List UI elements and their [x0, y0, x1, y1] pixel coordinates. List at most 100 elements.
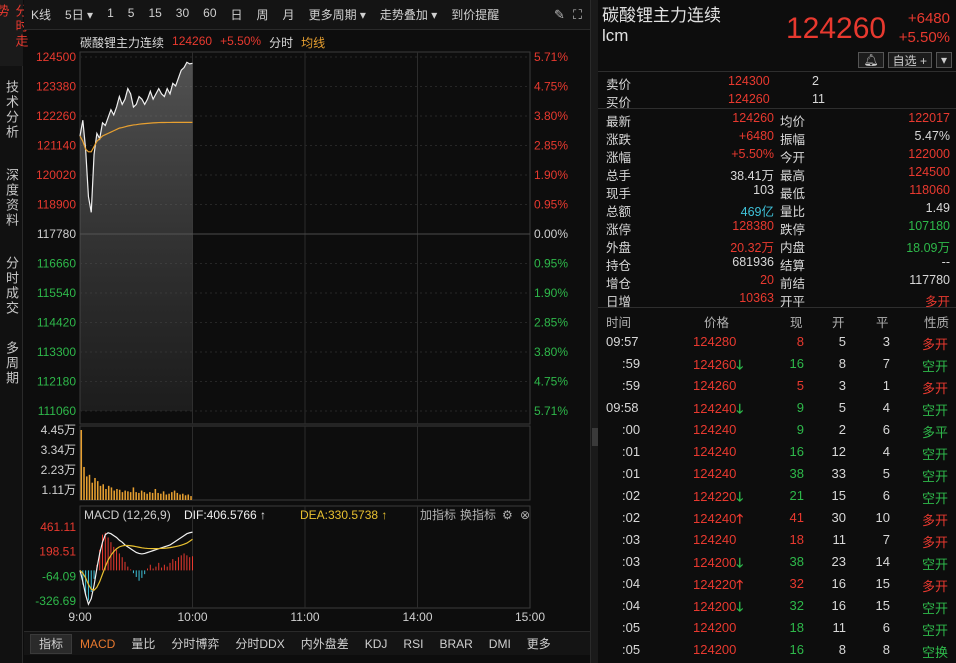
tick-open: 16 [831, 598, 846, 613]
stat-row: 持仓 681936 结算 -- [598, 254, 956, 273]
volume-tick-label: 1.11万 [42, 483, 76, 497]
indicator-tab-8[interactable]: BRAR [431, 637, 480, 651]
add-indicator-link[interactable]: 加指标 [420, 507, 456, 522]
toolbar-item-4[interactable]: 15 [141, 6, 168, 23]
ticks-col-header[interactable]: 时间 [606, 312, 631, 331]
ticks-col-header[interactable]: 性质 [924, 312, 949, 331]
price-area [80, 62, 193, 412]
bell-icon[interactable]: 🔔︎ [858, 52, 884, 68]
tick-volume: 16 [789, 356, 804, 371]
dif-label: DIF:406.5766 ↑ [184, 508, 266, 522]
indicator-tab-2[interactable]: 量比 [123, 635, 163, 652]
toolbar-item-8[interactable]: 周 [250, 6, 276, 23]
tick-time: :03 [622, 554, 641, 569]
tick-volume: 18 [789, 620, 804, 635]
tick-time: 09:58 [606, 400, 639, 415]
change-block: +6480 +5.50% [899, 9, 950, 47]
tick-row: 09:57 124280 8 5 3 多开 [598, 331, 956, 353]
indicator-tab-6[interactable]: KDJ [357, 637, 396, 651]
dropdown-icon[interactable]: ▾ [935, 52, 952, 68]
tick-close: 10 [875, 510, 890, 525]
tick-close: 6 [882, 488, 890, 503]
tick-close: 5 [882, 466, 890, 481]
indicator-tab-5[interactable]: 内外盘差 [293, 635, 357, 652]
indicator-tab-0[interactable]: 指标 [30, 633, 73, 654]
tick-row: :05 124200 18 11 6 空开 [598, 617, 956, 639]
indicator-tab-7[interactable]: RSI [395, 637, 431, 651]
toolbar-item-5[interactable]: 30 [169, 6, 196, 23]
ticks-col-header[interactable]: 现 [790, 312, 803, 331]
toolbar-item-10[interactable]: 更多周期 ▾ [302, 6, 373, 23]
volume-bar [113, 490, 115, 500]
tick-price-value: 124220 [693, 489, 737, 504]
tick-time: :05 [622, 620, 641, 635]
tick-row: :01 124240 16 12 4 空开 [598, 441, 956, 463]
toolbar-item-7[interactable]: 日 [224, 6, 250, 23]
pen-icon[interactable]: ✎ [554, 7, 565, 23]
tick-nature: 多开 [921, 579, 948, 594]
tick-price-value: 124240 [693, 532, 737, 547]
price-tick-label: 112180 [37, 375, 76, 389]
price-tick-label: 116660 [37, 257, 76, 271]
tick-nature: 空开 [921, 623, 948, 638]
toolbar-item-9[interactable]: 月 [276, 6, 302, 23]
tick-price: 124200 [693, 620, 736, 635]
tick-price-value: 124260 [693, 378, 737, 393]
indicator-tab-1[interactable]: MACD [72, 637, 123, 651]
indicator-tabs: 指标 MACD 量比 分时博弈 分时DDX 内外盘差 KDJ RSI BRAR DMI 更多 [24, 631, 590, 655]
toolbar-item-0[interactable]: K线 [24, 6, 58, 23]
toolbar-item-2[interactable]: 1 [100, 6, 121, 23]
tick-price-value: 124220 [693, 577, 737, 592]
ticks-col-header[interactable]: 平 [876, 312, 889, 331]
stat-row: 日增 10363 开平 多开 [598, 290, 956, 309]
tick-time: :05 [622, 642, 641, 657]
volume-bar [138, 492, 140, 500]
self-select-button[interactable]: 自选 + [887, 52, 932, 68]
indicator-tab-4[interactable]: 分时DDX [227, 635, 292, 652]
x-tick-label: 10:00 [177, 610, 207, 624]
switch-indicator-link[interactable]: 换指标 [460, 507, 496, 522]
toolbar-item-12[interactable]: 到价提醒 [444, 6, 506, 23]
volume-bar [190, 496, 192, 500]
x-tick-label: 9:00 [68, 610, 92, 624]
fullscreen-icon[interactable]: ⛶ [573, 7, 582, 23]
indicator-tab-10[interactable]: 更多 [519, 635, 559, 652]
price-tick-label: 122260 [36, 109, 76, 123]
tick-time: :02 [622, 510, 641, 525]
left-tab-0[interactable]: 分时走势 [0, 0, 29, 66]
intraday-chart[interactable]: 124500 5.71% 123380 4.75% 122260 3.80% 121140 2… [24, 30, 590, 630]
left-tab-2[interactable]: 深度资料 [0, 154, 23, 242]
left-tab-1[interactable]: 技术分析 [0, 66, 23, 154]
stat-value: 107180 [908, 219, 950, 233]
volume-tick-label: 2.23万 [41, 463, 76, 477]
volume-bar [154, 488, 157, 500]
chart-price: 124260 [172, 34, 213, 48]
pct-tick-label: 5.71% [534, 404, 568, 418]
x-tick-label: 11:00 [290, 610, 319, 624]
tick-open: 11 [832, 620, 847, 635]
volume-bar [132, 487, 135, 500]
quote-actions: 🔔︎ 自选 + ▾ [858, 52, 952, 68]
toolbar-item-11[interactable]: 走势叠加 ▾ [373, 6, 444, 23]
price-tick-label: 123380 [36, 80, 76, 94]
chart-symbol-name: 碳酸锂主力连续 [80, 36, 165, 50]
stat-value: 128380 [732, 219, 774, 233]
volume-bar [173, 490, 176, 500]
tick-open: 33 [831, 466, 846, 481]
macd-tick-label: 461.11 [40, 520, 76, 534]
indicator-tab-3[interactable]: 分时博弈 [163, 635, 227, 652]
gear-icon[interactable]: ⚙ [502, 508, 513, 522]
volume-bar [151, 492, 154, 500]
toolbar-item-6[interactable]: 60 [196, 6, 223, 23]
panel-splitter[interactable] [590, 0, 598, 663]
close-icon[interactable]: ⊗ [520, 508, 530, 522]
toolbar-item-3[interactable]: 5 [121, 6, 142, 23]
toolbar-item-1[interactable]: 5日 ▾ [58, 6, 100, 23]
tick-price: 124200 [693, 642, 736, 657]
ticks-col-header[interactable]: 价格 [704, 312, 729, 331]
indicator-tab-9[interactable]: DMI [481, 637, 519, 651]
ticks-col-header[interactable]: 开 [832, 312, 845, 331]
left-tab-3[interactable]: 分时成交 [0, 242, 23, 330]
left-tab-4[interactable]: 多周期 [0, 330, 23, 396]
volume-bar [110, 487, 113, 500]
